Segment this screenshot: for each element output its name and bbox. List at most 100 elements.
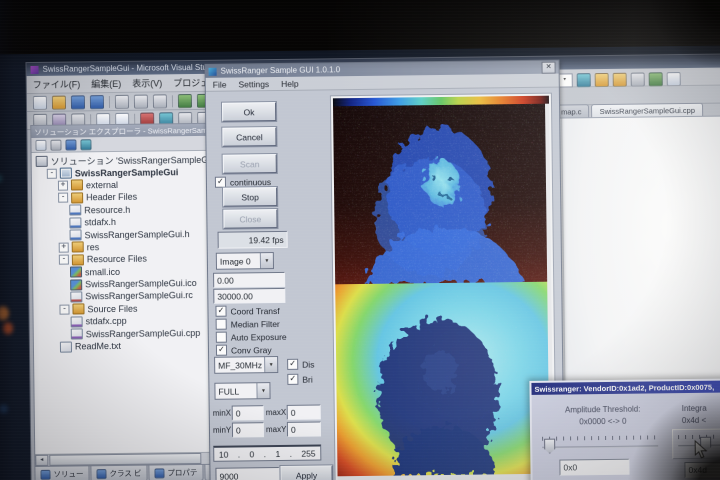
resolution-combo[interactable]: FULL ▼ (214, 382, 270, 400)
ip-octet[interactable]: 0 (250, 449, 255, 459)
go-icon[interactable] (649, 72, 663, 86)
vs-menu-item[interactable]: ファイル(F) (33, 77, 81, 91)
scroll-left-icon[interactable]: ◄ (35, 455, 48, 466)
ok-button[interactable]: Ok (222, 102, 276, 122)
image-select-combo[interactable]: Image 0 ▼ (216, 252, 274, 270)
add-existing-icon[interactable] (613, 73, 627, 87)
save-icon[interactable] (71, 95, 85, 109)
ip-octet[interactable]: 10 (219, 449, 229, 459)
modulation-combo[interactable]: MF_30MHz ▼ (214, 356, 278, 374)
maxy-label: maxY (266, 425, 287, 434)
add-item-icon[interactable] (595, 73, 609, 87)
dis-checkbox[interactable]: ✓ Dis (287, 359, 314, 370)
dialog-app-icon (209, 67, 217, 75)
folder-icon (71, 180, 83, 191)
tree-item-label: ReadMe.txt (75, 341, 121, 352)
integration-value-field[interactable]: 0x4d (684, 461, 720, 478)
checkbox-box[interactable] (216, 332, 227, 343)
miny-field[interactable]: 0 (232, 422, 264, 437)
paste-icon[interactable] (153, 94, 167, 108)
tool-window-tab[interactable]: クラス ビ (90, 466, 147, 480)
filter-checkbox[interactable]: ✓Coord Transf (215, 305, 279, 317)
amplitude-image (335, 282, 549, 477)
new-file-icon[interactable] (33, 95, 47, 109)
tree-item-label: SwissRangerSampleGui.h (85, 229, 190, 240)
tool-window-tab[interactable]: プロパテ (148, 465, 203, 480)
desktop-wallpaper-blob (0, 404, 8, 413)
show-all-files-icon[interactable] (50, 139, 61, 150)
checkbox-box[interactable]: ✓ (287, 359, 298, 370)
dialog-menu-item[interactable]: Settings (238, 79, 269, 89)
swissranger-device-dialog: Swissranger: VendorID:0x1ad2, ProductID:… (529, 378, 720, 480)
dialog-menu-item[interactable]: File (213, 79, 227, 89)
dist-max-field[interactable]: 30000.00 (213, 288, 285, 304)
amplitude-slider-thumb[interactable] (544, 439, 555, 454)
tree-expander-icon[interactable]: - (59, 255, 69, 265)
search-icon[interactable] (667, 72, 681, 86)
minx-field[interactable]: 0 (232, 405, 264, 420)
tree-expander-icon[interactable]: + (58, 181, 68, 191)
tree-item[interactable]: ソリューション 'SwissRangerSampleGui' (1 プロジェクト… (34, 153, 234, 168)
device-dialog-titlebar[interactable]: Swissranger: VendorID:0x1ad2, ProductID:… (531, 380, 720, 394)
close-icon[interactable]: ✕ (541, 61, 555, 73)
ip-separator: . (264, 449, 266, 459)
tree-expander-icon[interactable]: - (47, 168, 57, 178)
view-code-icon[interactable] (80, 139, 91, 150)
refresh-icon[interactable] (65, 139, 76, 150)
chevron-down-icon[interactable]: ▼ (260, 253, 273, 268)
image-icon (70, 279, 82, 290)
ip-octet[interactable]: 1 (275, 448, 280, 458)
chevron-down-icon[interactable]: ▼ (264, 357, 277, 372)
copy-icon[interactable] (134, 94, 148, 108)
tree-item[interactable]: ReadMe.txt (36, 338, 236, 353)
properties-icon[interactable] (35, 139, 46, 150)
stop-button[interactable]: Stop (223, 187, 277, 207)
tree-item-label: SwissRangerSampleGui (75, 167, 179, 178)
vs-menu-item[interactable]: 表示(V) (132, 76, 162, 89)
rc-icon (70, 291, 82, 302)
bri-checkbox[interactable]: ✓ Bri (287, 374, 313, 385)
integration-time-label: Integra 0x4d < (682, 402, 720, 427)
amplitude-value-field[interactable]: 0x0 (559, 459, 629, 476)
save-all-icon[interactable] (90, 95, 104, 109)
checkbox-box[interactable]: ✓ (216, 345, 227, 356)
port-field[interactable]: 9000 (215, 467, 279, 480)
checkbox-box[interactable]: ✓ (287, 374, 298, 385)
dist-min-field[interactable]: 0.00 (213, 272, 285, 288)
cancel-button[interactable]: Cancel (222, 127, 276, 147)
maxx-field[interactable]: 0 (287, 404, 321, 419)
ip-address-field[interactable]: 10.0.1.255 (213, 444, 321, 461)
open-folder-icon[interactable] (52, 95, 66, 109)
tool-window-tab[interactable]: ソリュー (34, 466, 89, 480)
tree-expander-icon[interactable]: - (58, 193, 68, 203)
undo-icon[interactable] (178, 94, 192, 108)
tree-expander-icon[interactable]: + (59, 242, 69, 252)
scrollbar-thumb[interactable] (49, 453, 201, 466)
vs-menu-item[interactable]: 編集(E) (91, 77, 121, 90)
header-icon (69, 217, 81, 228)
tree-expander-icon[interactable]: - (59, 304, 69, 314)
maxy-field[interactable]: 0 (287, 421, 321, 436)
ip-octet[interactable]: 255 (301, 448, 315, 458)
checkbox-box[interactable]: ✓ (215, 177, 226, 188)
image-icon (70, 267, 82, 278)
chevron-down-icon[interactable]: ▼ (256, 383, 269, 398)
horizontal-scrollbar[interactable]: ◄ ► (35, 452, 237, 466)
cut-icon[interactable] (115, 94, 129, 108)
continuous-checkbox[interactable]: ✓ continuous (215, 176, 271, 188)
editor-toolbar: ▾ (557, 68, 681, 92)
scan-button[interactable]: Scan (223, 154, 277, 174)
apply-button[interactable]: Apply (280, 465, 332, 480)
amplitude-slider[interactable] (542, 445, 658, 448)
checkbox-box[interactable]: ✓ (215, 306, 226, 317)
find-in-files-icon[interactable] (577, 73, 591, 87)
filter-checkbox[interactable]: Auto Exposure (216, 331, 287, 343)
filter-checkbox[interactable]: ✓Conv Gray (216, 344, 272, 356)
desktop-wallpaper-blob (3, 322, 13, 334)
filter-checkbox[interactable]: Median Filter (216, 318, 280, 330)
tree-item-label: SwissRangerSampleGui.rc (85, 291, 193, 302)
checkbox-box[interactable] (216, 319, 227, 330)
close-button[interactable]: Close (223, 209, 277, 229)
tools-icon[interactable] (631, 73, 645, 87)
dialog-menu-item[interactable]: Help (281, 78, 299, 88)
